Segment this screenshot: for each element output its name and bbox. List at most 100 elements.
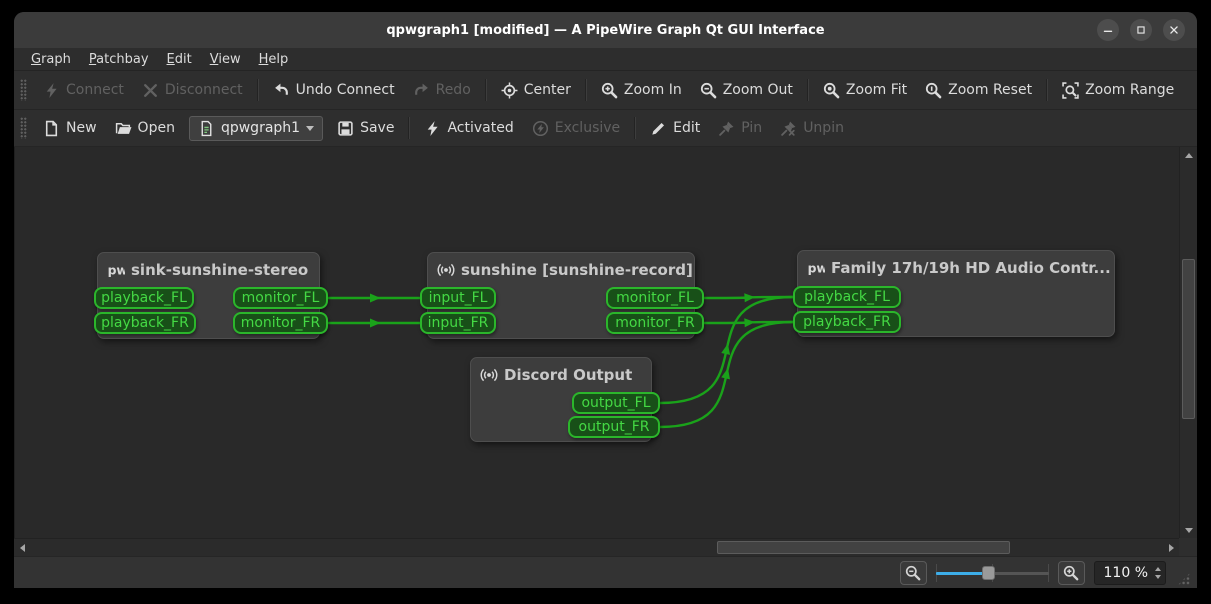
port-sink-sunshine-stereo-playback_FR[interactable]: playback_FR — [94, 312, 196, 334]
toolbar-separator — [485, 79, 487, 101]
pipewire-icon: pw — [107, 261, 125, 279]
scroll-down-button[interactable] — [1180, 522, 1197, 538]
app-window: qpwgraph1 [modified] — A PipeWire Graph … — [14, 12, 1197, 588]
broadcast-icon — [480, 366, 498, 384]
zoom-percent-spinbox[interactable]: 110 % — [1094, 561, 1166, 585]
menu-patchbay[interactable]: Patchbay — [80, 50, 158, 69]
patchbay-selector-combobox[interactable]: qpwgraph1 — [189, 116, 323, 141]
menu-help[interactable]: Help — [250, 50, 298, 69]
maximize-button[interactable] — [1130, 19, 1152, 41]
node-header: pwsink-sunshine-stereo — [98, 253, 319, 279]
graph-canvas[interactable]: pwsink-sunshine-stereoplayback_FLplaybac… — [14, 147, 1179, 538]
port-sink-sunshine-stereo-playback_FL[interactable]: playback_FL — [94, 287, 194, 309]
menu-edit[interactable]: Edit — [158, 50, 201, 69]
patchbay-file-icon — [198, 120, 215, 137]
connection-arrow-icon — [370, 319, 381, 328]
button-label: Disconnect — [165, 82, 243, 98]
connection-arrow-icon — [744, 293, 755, 303]
zoom-fit-button[interactable]: Zoom Fit — [814, 78, 916, 103]
scroll-right-button[interactable] — [1163, 539, 1179, 556]
port-sunshine-monitor_FL[interactable]: monitor_FL — [606, 287, 704, 309]
save-icon — [337, 120, 354, 137]
broadcast-icon — [437, 261, 455, 279]
node-header: Discord Output — [471, 358, 651, 384]
zoom-in-icon — [1063, 565, 1079, 581]
zoom-fit-icon — [823, 82, 840, 99]
horizontal-scrollbar[interactable] — [14, 538, 1179, 556]
scroll-up-button[interactable] — [1180, 147, 1197, 163]
toolbar-drag-handle[interactable] — [20, 117, 27, 139]
canvas-area: pwsink-sunshine-stereoplayback_FLplaybac… — [14, 147, 1197, 556]
disconnect-button[interactable]: Disconnect — [133, 78, 252, 103]
button-label: Zoom Out — [723, 82, 793, 98]
zoom-slider[interactable] — [936, 561, 1049, 585]
port-family-audio-playback_FR[interactable]: playback_FR — [793, 311, 901, 333]
button-label: Redo — [436, 82, 471, 98]
scroll-left-button[interactable] — [14, 539, 30, 556]
save-button[interactable]: Save — [328, 116, 403, 141]
spin-up-button[interactable] — [1155, 567, 1161, 571]
button-label: Connect — [66, 82, 124, 98]
connect-icon — [43, 82, 60, 99]
menu-view[interactable]: View — [201, 50, 250, 69]
port-discord-output-output_FL[interactable]: output_FL — [572, 392, 660, 414]
vertical-scrollbar-thumb[interactable] — [1182, 259, 1195, 419]
toolbar-graph: Connect Disconnect Undo Connect Redo Center Z… — [14, 71, 1197, 110]
port-family-audio-playback_FL[interactable]: playback_FL — [793, 286, 901, 308]
zoom-in-button[interactable]: Zoom In — [592, 78, 691, 103]
open-button[interactable]: Open — [106, 116, 184, 141]
disconnect-icon — [142, 82, 159, 99]
open-folder-icon — [115, 120, 132, 137]
port-sink-sunshine-stereo-monitor_FL[interactable]: monitor_FL — [233, 287, 328, 309]
bolt-icon — [424, 120, 441, 137]
win-minimize-icon — [1101, 23, 1115, 37]
window-resize-grip[interactable] — [1177, 572, 1191, 586]
edit-button[interactable]: Edit — [641, 116, 709, 141]
activated-button[interactable]: Activated — [415, 116, 522, 141]
new-file-icon — [43, 120, 60, 137]
zoom-in-button[interactable] — [1058, 561, 1085, 585]
svg-text:pw: pw — [808, 262, 825, 276]
win-close-icon — [1167, 23, 1181, 37]
close-button[interactable] — [1163, 19, 1185, 41]
port-sunshine-input_FR[interactable]: input_FR — [420, 312, 496, 334]
undo-connect-button[interactable]: Undo Connect — [264, 78, 404, 103]
pin-button[interactable]: Pin — [709, 116, 771, 141]
vertical-scrollbar[interactable] — [1179, 147, 1197, 538]
port-discord-output-output_FR[interactable]: output_FR — [568, 416, 660, 438]
node-header: sunshine [sunshine-record] — [428, 253, 694, 279]
toolbar-separator — [1046, 79, 1048, 101]
menu-bar: GraphPatchbayEditViewHelp — [14, 48, 1197, 71]
zoom-out-button[interactable]: Zoom Out — [691, 78, 802, 103]
redo-button[interactable]: Redo — [404, 78, 480, 103]
spin-down-button[interactable] — [1155, 575, 1161, 579]
zoom-slider-handle[interactable] — [982, 566, 995, 580]
toolbar-drag-handle[interactable] — [20, 79, 27, 101]
port-sink-sunshine-stereo-monitor_FR[interactable]: monitor_FR — [233, 312, 328, 334]
button-label: Open — [138, 120, 175, 136]
button-label: Activated — [447, 120, 513, 136]
zoom-out-icon — [905, 565, 921, 581]
zoom-reset-button[interactable]: Zoom Reset — [916, 78, 1041, 103]
button-label: Center — [524, 82, 571, 98]
minimize-button[interactable] — [1097, 19, 1119, 41]
center-button[interactable]: Center — [492, 78, 580, 103]
scrollbar-corner — [1179, 538, 1197, 556]
zoom-out-button[interactable] — [900, 561, 927, 585]
arrow-right-icon — [1169, 544, 1174, 552]
zoom-range-button[interactable]: Zoom Range — [1053, 78, 1183, 103]
unpin-icon — [780, 120, 797, 137]
button-label: Zoom Fit — [846, 82, 907, 98]
zoom-reset-icon — [925, 82, 942, 99]
button-label: New — [66, 120, 97, 136]
port-sunshine-monitor_FR[interactable]: monitor_FR — [606, 312, 704, 334]
zoom-percent-value[interactable]: 110 % — [1104, 565, 1148, 581]
menu-graph[interactable]: Graph — [22, 50, 80, 69]
exclusive-button[interactable]: Exclusive — [523, 116, 629, 141]
port-sunshine-input_FL[interactable]: input_FL — [420, 287, 496, 309]
unpin-button[interactable]: Unpin — [771, 116, 853, 141]
horizontal-scrollbar-thumb[interactable] — [717, 541, 1010, 554]
bolt-circle-icon — [532, 120, 549, 137]
connect-button[interactable]: Connect — [34, 78, 133, 103]
new-button[interactable]: New — [34, 116, 106, 141]
